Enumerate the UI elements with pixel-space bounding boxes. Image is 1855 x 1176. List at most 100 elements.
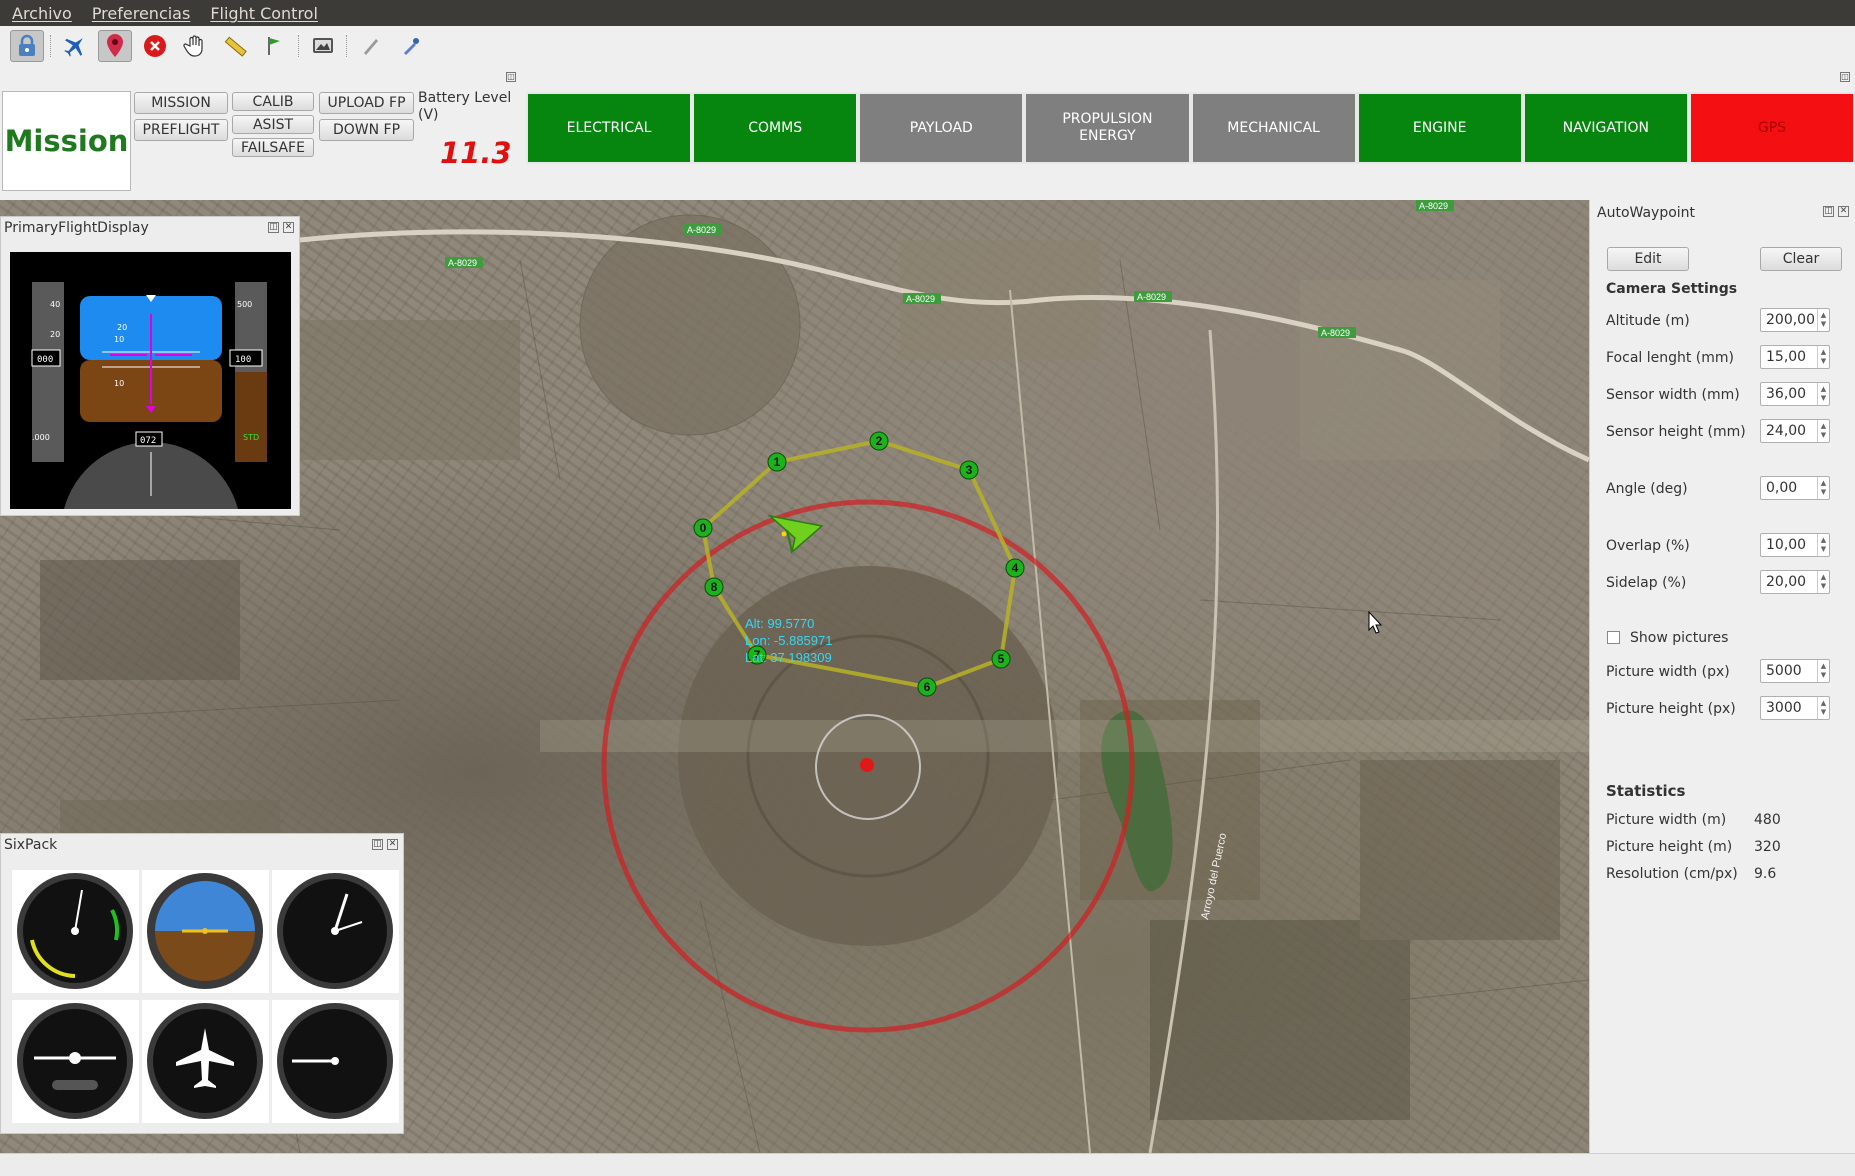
turn-coordinator-gauge <box>12 1000 139 1123</box>
dropper-icon[interactable] <box>394 30 428 62</box>
pfd-title: PrimaryFlightDisplay <box>4 220 149 236</box>
preflight-button[interactable]: PREFLIGHT <box>134 119 228 141</box>
tile-payload[interactable]: PAYLOAD <box>858 92 1025 164</box>
edit-button[interactable]: Edit <box>1607 247 1689 271</box>
overlap-input[interactable]: 10,00 ▲ ▼ <box>1760 533 1830 557</box>
float-icon[interactable]: ◫ <box>506 72 516 82</box>
autowaypoint-panel: AutoWaypoint ◫ ✕ Edit Clear Camera Setti… <box>1589 200 1855 1153</box>
sensor-height-value: 24,00 <box>1766 423 1807 439</box>
close-icon[interactable]: ✕ <box>1838 206 1849 217</box>
waypoint-label: 3 <box>966 463 973 477</box>
calib-button[interactable]: CALIB <box>232 92 314 111</box>
stat-picture-height-value: 320 <box>1754 839 1781 855</box>
menu-preferencias[interactable]: Preferencias <box>92 4 191 23</box>
heading-readout: 072 <box>140 436 156 446</box>
picture-height-px-input[interactable]: 3000 ▲ ▼ <box>1760 696 1830 720</box>
sidelap-input[interactable]: 20,00 ▲ ▼ <box>1760 570 1830 594</box>
feather-icon[interactable] <box>354 30 388 62</box>
speed-tick: 20 <box>50 330 60 339</box>
toolbar <box>0 26 1855 66</box>
show-pictures-checkbox[interactable] <box>1607 631 1620 644</box>
pfd-panel: PrimaryFlightDisplay ◫ ✕ 40 20 000 20 10… <box>0 216 300 516</box>
altitude-tick: 500 <box>237 300 252 309</box>
picture-width-px-input[interactable]: 5000 ▲ ▼ <box>1760 659 1830 683</box>
tile-navigation[interactable]: NAVIGATION <box>1522 92 1689 164</box>
asist-button[interactable]: ASIST <box>232 115 314 134</box>
sixpack-panel: SixPack ◫ ✕ <box>0 833 404 1134</box>
waypoint-label: 0 <box>700 521 707 535</box>
ruler-icon[interactable] <box>218 30 252 62</box>
stop-icon[interactable] <box>138 30 172 62</box>
waypoint-label: 4 <box>1012 561 1019 575</box>
tile-engine[interactable]: ENGINE <box>1356 92 1523 164</box>
stat-picture-width-label: Picture width (m) <box>1606 812 1727 828</box>
speed-tick: 40 <box>50 300 60 309</box>
mouse-cursor-icon <box>1368 610 1383 634</box>
float-icon[interactable]: ◫ <box>1840 72 1850 82</box>
mission-mode-display: Mission <box>2 91 131 191</box>
sensor-width-label: Sensor width (mm) <box>1606 387 1740 403</box>
sensor-height-input[interactable]: 24,00 ▲ ▼ <box>1760 419 1830 443</box>
show-pictures-label: Show pictures <box>1630 630 1729 646</box>
focal-length-value: 15,00 <box>1766 349 1807 365</box>
std-indicator: STD <box>243 433 259 442</box>
airplane-icon[interactable] <box>58 30 92 62</box>
lock-icon[interactable] <box>10 30 44 62</box>
close-icon[interactable]: ✕ <box>387 839 398 850</box>
float-icon[interactable]: ◫ <box>268 222 279 233</box>
road-label: A-8029 <box>1419 201 1448 211</box>
road-label: A-8029 <box>1321 328 1350 338</box>
tile-mechanical[interactable]: MECHANICAL <box>1190 92 1357 164</box>
close-icon[interactable]: ✕ <box>283 222 294 233</box>
overlap-value: 10,00 <box>1766 537 1807 553</box>
airspeed-gauge <box>12 870 139 993</box>
waypoint-label: 8 <box>711 580 718 594</box>
telemetry-lon: Lon: -5.885971 <box>745 633 832 648</box>
pitch-tick: 20 <box>117 323 127 332</box>
waypoint-label: 6 <box>924 680 931 694</box>
sixpack-title: SixPack <box>4 837 58 853</box>
telemetry-lat: Lat: 37.198309 <box>745 650 832 665</box>
menu-archivo[interactable]: Archivo <box>12 4 72 23</box>
camera-settings-heading: Camera Settings <box>1606 281 1738 297</box>
altimeter-gauge <box>272 870 399 993</box>
waypoint-label: 2 <box>876 434 883 448</box>
uav-aircraft-icon[interactable] <box>767 514 824 555</box>
overlap-label: Overlap (%) <box>1606 538 1690 554</box>
focal-length-input[interactable]: 15,00 ▲ ▼ <box>1760 345 1830 369</box>
sensor-width-input[interactable]: 36,00 ▲ ▼ <box>1760 382 1830 406</box>
sidelap-label: Sidelap (%) <box>1606 575 1687 591</box>
tile-electrical[interactable]: ELECTRICAL <box>526 92 693 164</box>
float-icon[interactable]: ◫ <box>1823 206 1834 217</box>
mission-button[interactable]: MISSION <box>134 92 228 114</box>
stat-picture-width-value: 480 <box>1754 812 1781 828</box>
flag-icon[interactable] <box>258 30 292 62</box>
down-fp-button[interactable]: DOWN FP <box>319 119 414 141</box>
hand-icon[interactable] <box>178 30 212 62</box>
altitude-label: Altitude (m) <box>1606 313 1690 329</box>
clear-button[interactable]: Clear <box>1760 247 1842 271</box>
picture-height-px-value: 3000 <box>1766 700 1802 716</box>
float-icon[interactable]: ◫ <box>372 839 383 850</box>
pfd-display: 40 20 000 20 10 10 500 100 .000 STD 072 <box>10 252 291 509</box>
tile-gps[interactable]: GPS <box>1688 92 1855 164</box>
angle-input[interactable]: 0,00 ▲ ▼ <box>1760 476 1830 500</box>
baro-readout: .000 <box>32 433 50 442</box>
mission-title: Mission <box>4 124 129 158</box>
failsafe-button[interactable]: FAILSAFE <box>232 138 314 157</box>
stat-picture-height-label: Picture height (m) <box>1606 839 1733 855</box>
vertical-speed-gauge <box>272 1000 399 1123</box>
screenshot-icon[interactable] <box>306 30 340 62</box>
map-pin-icon[interactable] <box>98 30 132 62</box>
tile-propulsion-energy[interactable]: PROPULSION ENERGY <box>1024 92 1191 164</box>
angle-value: 0,00 <box>1766 480 1798 496</box>
road-label: A-8029 <box>906 294 935 304</box>
home-point <box>860 758 874 772</box>
battery-label: Battery Level (V) <box>418 90 512 123</box>
waypoint-label: 5 <box>998 652 1005 666</box>
autowaypoint-title: AutoWaypoint <box>1597 205 1696 221</box>
menu-flight-control[interactable]: Flight Control <box>210 4 318 23</box>
tile-comms[interactable]: COMMS <box>692 92 859 164</box>
upload-fp-button[interactable]: UPLOAD FP <box>319 92 414 114</box>
altitude-input[interactable]: 200,00 ▲ ▼ <box>1760 308 1830 332</box>
